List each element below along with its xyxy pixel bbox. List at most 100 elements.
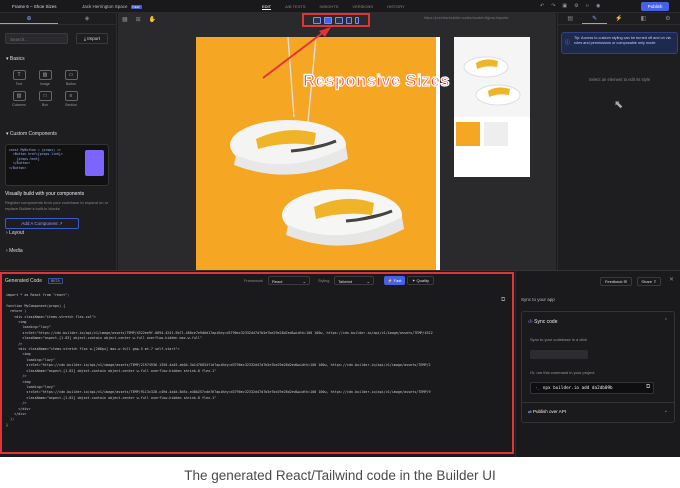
select-element-hint: Select an element to edit its style (588, 77, 651, 82)
text-icon: T (12, 70, 26, 80)
block-label: Box (41, 103, 49, 107)
chevron-down-icon[interactable]: ⌄ (664, 408, 668, 414)
chevron-up-icon[interactable]: ⌃ (664, 318, 668, 324)
info-icon: ⓘ (565, 40, 571, 46)
publish-button[interactable]: Publish (641, 2, 669, 11)
section-icon: ≡ (64, 91, 78, 101)
block-label: Columns (12, 103, 26, 107)
generated-code-highlight (0, 272, 514, 454)
image-icon: ▨ (38, 70, 52, 80)
page-title: Frame 6 – Shoe Sizes (12, 4, 57, 9)
block-image[interactable]: ▨ Image (32, 70, 58, 86)
layers-icon[interactable]: ▤ (558, 13, 582, 24)
editor-canvas[interactable]: ▦ ⊞ ✋ https://preview.builder.codes/mode… (118, 13, 556, 270)
add-component-button[interactable]: Add A Component ↗ (5, 218, 79, 229)
search-input[interactable]: Search... (5, 33, 68, 44)
basics-title: Basics (9, 56, 25, 62)
command-text: npx builder.io add da2db09b (542, 386, 613, 391)
right-panel-tabs: ▤ ✎ ⚡ ◧ ⚙ (558, 13, 680, 25)
sync-code-card: ‹/› Sync code ⌃ Sync to your codebase in… (521, 311, 675, 423)
options-icon[interactable]: ⚙ (656, 13, 680, 24)
redo-icon[interactable]: ↷ (551, 3, 555, 9)
visual-build-title: Visually build with your components (5, 191, 85, 197)
divider (522, 402, 674, 403)
builder-screenshot: Frame 6 – Shoe Sizes Jack Herrington Spa… (0, 0, 680, 457)
sync-title: Sync to your app (521, 297, 555, 302)
publish-api-header[interactable]: ⇄ Publish over API (528, 409, 566, 415)
layers-tab-icon[interactable]: ◈ (58, 13, 116, 24)
right-panel: ▤ ✎ ⚡ ◧ ⚙ ⓘ Tip: Access to custom stylin… (557, 13, 680, 270)
mode-tabs: EDIT A/B TESTS INSIGHTS VERSIONS HISTORY (262, 4, 405, 10)
sync-button[interactable] (530, 350, 588, 359)
tab-versions[interactable]: VERSIONS (352, 4, 373, 10)
block-label: Image (40, 82, 50, 86)
tab-ab-tests[interactable]: A/B TESTS (285, 4, 305, 10)
settings-icon[interactable]: ⚙ (574, 3, 578, 9)
style-tab-icon[interactable]: ✎ (582, 13, 607, 24)
import-label: Import (87, 36, 100, 41)
code-icon: ‹/› (528, 319, 533, 325)
space-selector[interactable]: Jack Herrington Space NEW (82, 4, 142, 9)
preview-icon[interactable]: ◉ (596, 3, 600, 9)
tablet-hero-image (454, 37, 530, 117)
layout-section[interactable]: › Layout (6, 230, 24, 236)
tablet-thumbnail-1 (456, 122, 480, 146)
tab-history[interactable]: HISTORY (387, 4, 405, 10)
layout-icon[interactable]: ▦ (122, 16, 128, 23)
sync-panel: Feedback ✉ Share ⇪ ✕ Sync to your app ‹/… (515, 271, 680, 457)
custom-components-title: Custom Components (9, 131, 57, 137)
save-icon[interactable]: ▣ (562, 3, 567, 9)
space-name: Jack Herrington Space (82, 4, 128, 9)
left-panel: ⊕ ◈ Search... ⤓ Import ▾ Basics T Text ▨ I… (0, 13, 117, 270)
hand-icon[interactable]: ✋ (149, 16, 156, 23)
tablet-thumbnail-2 (484, 122, 508, 146)
data-icon[interactable]: ◧ (631, 13, 655, 24)
top-bar: Frame 6 – Shoe Sizes Jack Herrington Spa… (0, 0, 680, 13)
grid-icon[interactable]: ⊞ (136, 16, 141, 23)
layout-label: Layout (9, 230, 25, 236)
sync-description: Sync to your codebase in a click (530, 337, 588, 342)
share-button[interactable]: Share ⇪ (637, 277, 661, 286)
tab-edit[interactable]: EDIT (262, 4, 272, 10)
close-icon[interactable]: ✕ (669, 276, 674, 283)
toolbar-icons: ↶ ↷ ▣ ⚙ ‹› ◉ (540, 3, 600, 9)
import-button[interactable]: ⤓ Import (76, 33, 108, 44)
block-columns[interactable]: ▥ Columns (6, 91, 32, 107)
block-text[interactable]: T Text (6, 70, 32, 86)
code-icon[interactable]: ‹› (586, 3, 589, 9)
insert-tab-icon[interactable]: ⊕ (0, 13, 58, 24)
media-label: Media (9, 248, 23, 254)
media-section[interactable]: › Media (6, 248, 23, 254)
sync-code-header[interactable]: ‹/› Sync code (528, 319, 557, 325)
preview-url[interactable]: https://preview.builder.codes/model=figm… (424, 16, 508, 20)
publish-api-label: Publish over API (533, 409, 567, 414)
animation-icon[interactable]: ⚡ (607, 13, 631, 24)
responsive-sizes-annotation: Responsive Sizes (302, 70, 450, 90)
tip-text: Tip: Access to custom styling can be tur… (574, 36, 671, 45)
component-code-preview: const MyButton = (props) => <Button href… (5, 144, 109, 186)
run-command-label: Or, run this command in your project (530, 370, 595, 375)
cli-command[interactable]: ›_ npx builder.io add da2db09b (530, 382, 654, 394)
visual-build-description: Register components from your codebase t… (5, 200, 109, 211)
api-icon: ⇄ (528, 409, 532, 414)
block-label: Button (65, 82, 77, 86)
feedback-button[interactable]: Feedback ✉ (600, 277, 632, 286)
columns-icon: ▥ (12, 91, 26, 101)
new-badge: NEW (130, 5, 142, 9)
styling-tip: ⓘ Tip: Access to custom styling can be t… (561, 32, 678, 54)
tab-insights[interactable]: INSIGHTS (320, 4, 339, 10)
block-button[interactable]: ▭ Button (58, 70, 84, 86)
preview-frame-tablet[interactable] (454, 37, 530, 177)
left-panel-tabs: ⊕ ◈ (0, 13, 116, 25)
figure-caption: The generated React/Tailwind code in the… (184, 468, 496, 483)
click-cursor-icon: ⬉ (614, 99, 624, 111)
canvas-toolbar: ▦ ⊞ ✋ (122, 16, 156, 23)
custom-components-header[interactable]: ▾ Custom Components (6, 131, 57, 137)
block-section[interactable]: ≡ Section (58, 91, 84, 107)
undo-icon[interactable]: ↶ (540, 3, 544, 9)
block-box[interactable]: □ Box (32, 91, 58, 107)
bottom-panel: Generated Code BETA Framework React ⌄ Sty… (0, 270, 680, 457)
copy-command-icon[interactable]: ⧉ (646, 384, 650, 391)
block-label: Section (65, 103, 77, 107)
basics-header[interactable]: ▾ Basics (6, 56, 25, 62)
